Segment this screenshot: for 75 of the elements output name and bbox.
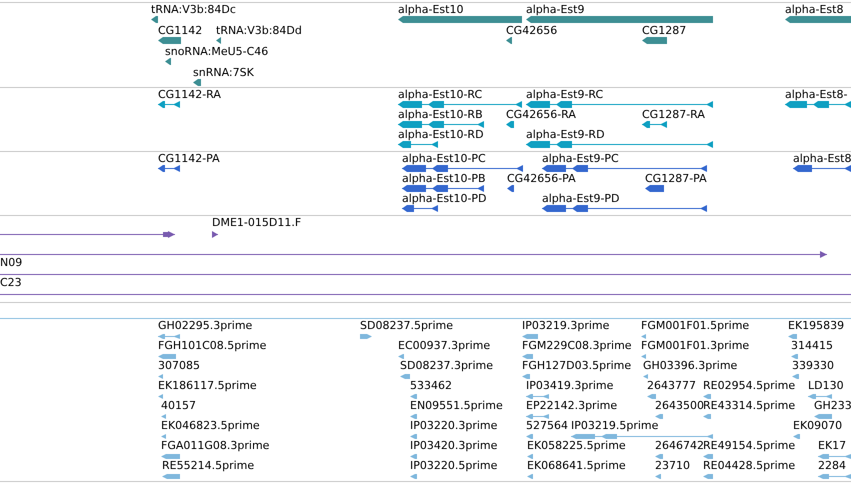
feature-label: alpha-Est10-PC — [402, 153, 486, 165]
feature-label: alpha-Est10 — [398, 4, 464, 16]
feature-label: alpha-Est10-PB — [402, 173, 486, 185]
feature-label: 527564 — [526, 420, 568, 432]
feature-label: snRNA:7SK — [193, 67, 254, 79]
feature-label: alpha-Est9-RC — [526, 89, 604, 101]
feature-label: FGM229C08.3prime — [522, 340, 632, 352]
feature-label: alpha-Est10-RB — [398, 109, 483, 121]
feature-label: CG42656-RA — [506, 109, 576, 121]
feature-label: EK09070 — [793, 420, 842, 432]
feature-label: CG42656 — [506, 25, 558, 37]
feature-label: alpha-Est10-PD — [402, 193, 487, 205]
feature-label: GH02295.3prime — [158, 320, 252, 332]
feature-label: DME1-015D11.F — [212, 217, 302, 229]
feature-label: alpha-Est8- — [785, 89, 848, 101]
feature-label: alpha-Est9 — [526, 4, 584, 16]
feature-label: FGM001F01.3prime — [641, 340, 750, 352]
feature-label: IP03220.3prime — [410, 420, 498, 432]
feature-label: CG1142 — [158, 25, 202, 37]
feature-label: CG1287-RA — [642, 109, 705, 121]
feature-label: tRNA:V3b:84Dd — [216, 25, 302, 37]
feature-label: 23710 — [655, 460, 690, 472]
feature-label: 2643500 — [655, 400, 704, 412]
feature-label: alpha-Est8 — [785, 4, 844, 16]
feature-label: 2643777 — [647, 380, 696, 392]
feature-label: tRNA:V3b:84Dc — [151, 4, 236, 16]
feature-label: IP03219.3prime — [522, 320, 610, 332]
feature-label: 2284 — [818, 460, 846, 472]
feature-label: RE43314.5prime — [703, 400, 796, 412]
feature-label: alpha-Est10-RD — [398, 129, 484, 141]
feature-label: EK068641.5prime — [527, 460, 626, 472]
feature-label: CG1142-PA — [158, 153, 220, 165]
feature-label: alpha-Est8 — [793, 153, 851, 165]
feature-label: 307085 — [158, 360, 200, 372]
feature-label: alpha-Est9-PC — [542, 153, 619, 165]
feature-label: EK195839 — [788, 320, 844, 332]
feature-label: CG1287 — [642, 25, 686, 37]
feature-label: RE49154.5prime — [703, 440, 796, 452]
feature-label: alpha-Est10-RC — [398, 89, 482, 101]
feature-label: IP03419.3prime — [526, 380, 614, 392]
feature-label: IP03219.5prime — [571, 420, 658, 432]
feature-label: LD130 — [808, 380, 844, 392]
feature-label: alpha-Est9-PD — [542, 193, 620, 205]
feature-label: EK186117.5prime — [158, 380, 257, 392]
feature-label: FGM001F01.5prime — [641, 320, 750, 332]
feature-label: 314415 — [791, 340, 833, 352]
feature-label: SD08237.5prime — [360, 320, 453, 332]
feature-label: FGH127D03.5prime — [522, 360, 632, 372]
feature-label: IP03420.3prime — [410, 440, 498, 452]
feature-label: GH03396.3prime — [643, 360, 738, 372]
feature-label: RE02954.5prime — [703, 380, 796, 392]
feature-label: EC00937.3prime — [398, 340, 490, 352]
feature-label: 2646742 — [655, 440, 704, 452]
feature-label: CG1287-PA — [645, 173, 707, 185]
feature-label: 533462 — [410, 380, 452, 392]
feature-label: FGA011G08.3prime — [161, 440, 270, 452]
feature-label: CG42656-PA — [507, 173, 576, 185]
feature-label: CG1142-RA — [158, 89, 221, 101]
feature-label: EN09551.5prime — [410, 400, 503, 412]
feature-label: EK058225.5prime — [527, 440, 626, 452]
feature-label: GH233 — [814, 400, 851, 412]
feature-label: snoRNA:MeU5-C46 — [165, 46, 268, 58]
feature-label: 339330 — [792, 360, 834, 372]
feature-label: C23 — [0, 277, 22, 289]
feature-label: SD08237.3prime — [400, 360, 493, 372]
feature-label: 40157 — [161, 400, 196, 412]
feature-label: RE55214.5prime — [162, 460, 254, 472]
feature-label: FGH101C08.5prime — [158, 340, 266, 352]
feature-label: IP03220.5prime — [410, 460, 498, 472]
feature-label: alpha-Est9-RD — [526, 129, 605, 141]
feature-label: EP22142.3prime — [526, 400, 618, 412]
feature-label: EK046823.5prime — [161, 420, 260, 432]
feature-label: RE04428.5prime — [703, 460, 796, 472]
feature-label: EK17 — [818, 440, 846, 452]
feature-label: N09 — [0, 257, 22, 269]
